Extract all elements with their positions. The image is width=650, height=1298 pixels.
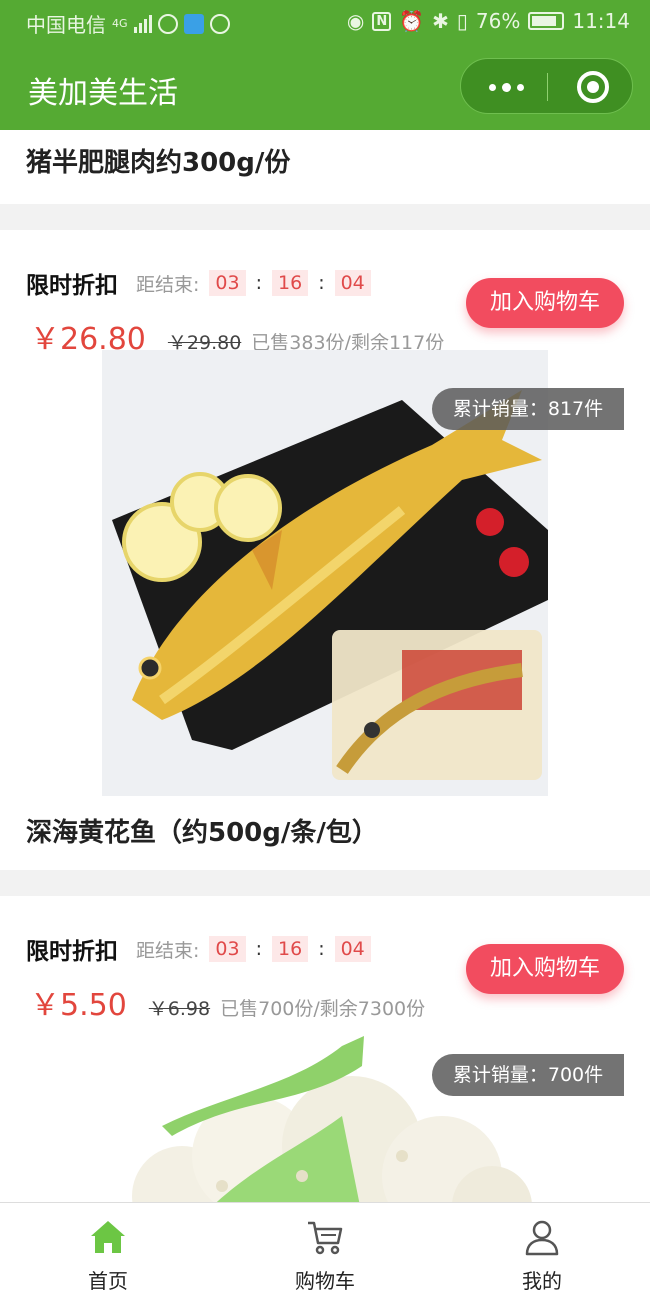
- add-to-cart-button[interactable]: 加入购物车: [466, 944, 624, 994]
- eye-icon: ◉: [346, 9, 365, 33]
- clock-time: 11:14: [572, 9, 630, 33]
- app-notification-icon: [183, 13, 204, 34]
- sold-remaining: 已售700份/剩余7300份: [220, 998, 426, 1020]
- more-menu-icon[interactable]: [481, 73, 531, 101]
- price-row: ￥5.50 ￥6.98 已售700份/剩余7300份: [30, 980, 425, 1024]
- status-left: 中国电信 4G: [26, 9, 230, 38]
- countdown-separator: :: [318, 272, 325, 294]
- product-name: 深海黄花鱼（约500g/条/包）: [26, 818, 378, 848]
- network-type: 4G: [112, 17, 128, 30]
- tab-cart[interactable]: 购物车: [217, 1203, 433, 1298]
- add-to-cart-button[interactable]: 加入购物车: [466, 278, 624, 328]
- countdown-hours: 03: [209, 270, 246, 296]
- product-card[interactable]: 限时折扣 距结束: 03 : 16 : 04 ￥5.50 ￥6.98 已售700…: [0, 896, 650, 1202]
- close-mini-program-icon[interactable]: [577, 71, 609, 103]
- vibrate-icon: ▯: [456, 9, 468, 33]
- countdown-seconds: 04: [334, 936, 371, 962]
- tab-home[interactable]: 首页: [0, 1203, 216, 1298]
- sync-icon: [157, 13, 178, 34]
- countdown-hours: 03: [209, 936, 246, 962]
- alarm-clock-icon: [209, 13, 230, 34]
- countdown-label: 距结束:: [136, 939, 200, 962]
- user-icon: [525, 1220, 559, 1256]
- battery-percent: 76%: [475, 9, 521, 33]
- nfc-icon: N: [372, 11, 392, 31]
- flash-sale-label: 限时折扣: [26, 939, 118, 965]
- product-list[interactable]: 猪半肥腿肉约300g/份 限时折扣 距结束: 03 : 16 : 04 ￥26.…: [0, 130, 650, 1202]
- home-icon: [91, 1221, 125, 1253]
- tab-label: 首页: [88, 1269, 128, 1293]
- cart-icon: [308, 1221, 343, 1255]
- carrier-name: 中国电信: [26, 13, 106, 37]
- flash-sale-row: 限时折扣 距结束: 03 : 16 : 04: [26, 932, 371, 966]
- app-title: 美加美生活: [28, 76, 178, 111]
- tab-label: 我的: [522, 1269, 562, 1293]
- product-card[interactable]: 限时折扣 距结束: 03 : 16 : 04 ￥26.80 ￥29.80 已售3…: [0, 230, 650, 870]
- app-page: 中国电信 4G ◉ N ⏰ ✱ ▯ 76% 11:14 美加美生活 猪半肥腿肉约…: [0, 0, 650, 1298]
- tab-label: 购物车: [295, 1269, 355, 1293]
- cauliflower-illustration: [102, 1026, 548, 1202]
- product-name: 猪半肥腿肉约300g/份: [26, 148, 291, 178]
- countdown-seconds: 04: [334, 270, 371, 296]
- original-price: ￥6.98: [148, 998, 211, 1020]
- mini-program-title-bar: 美加美生活: [0, 44, 650, 130]
- battery-icon: [528, 12, 565, 30]
- flash-sale-label: 限时折扣: [26, 273, 118, 299]
- cumulative-sales-badge: 累计销量：817件: [432, 388, 624, 430]
- product-card-previous[interactable]: 猪半肥腿肉约300g/份: [0, 130, 650, 204]
- flash-sale-row: 限时折扣 距结束: 03 : 16 : 04: [26, 266, 371, 300]
- status-bar: 中国电信 4G ◉ N ⏰ ✱ ▯ 76% 11:14: [0, 0, 650, 44]
- countdown-separator: :: [255, 272, 262, 294]
- bottom-tab-bar: 首页 购物车 我的: [0, 1202, 650, 1298]
- countdown-separator: :: [255, 938, 262, 960]
- countdown-minutes: 16: [272, 936, 309, 962]
- signal-icon: [133, 14, 152, 33]
- countdown-label: 距结束:: [136, 273, 200, 296]
- capsule-divider: [547, 73, 548, 101]
- countdown-minutes: 16: [272, 270, 309, 296]
- product-image-cauliflower[interactable]: [102, 1026, 548, 1202]
- countdown-separator: :: [318, 938, 325, 960]
- status-right: ◉ N ⏰ ✱ ▯ 76% 11:14: [347, 9, 630, 33]
- bluetooth-icon: ✱: [432, 9, 449, 33]
- tab-profile[interactable]: 我的: [434, 1203, 650, 1298]
- cumulative-sales-badge: 累计销量：700件: [432, 1054, 624, 1096]
- alarm-icon: ⏰: [399, 9, 425, 33]
- capsule-menu: [460, 58, 633, 114]
- sale-price: ￥5.50: [30, 988, 127, 1023]
